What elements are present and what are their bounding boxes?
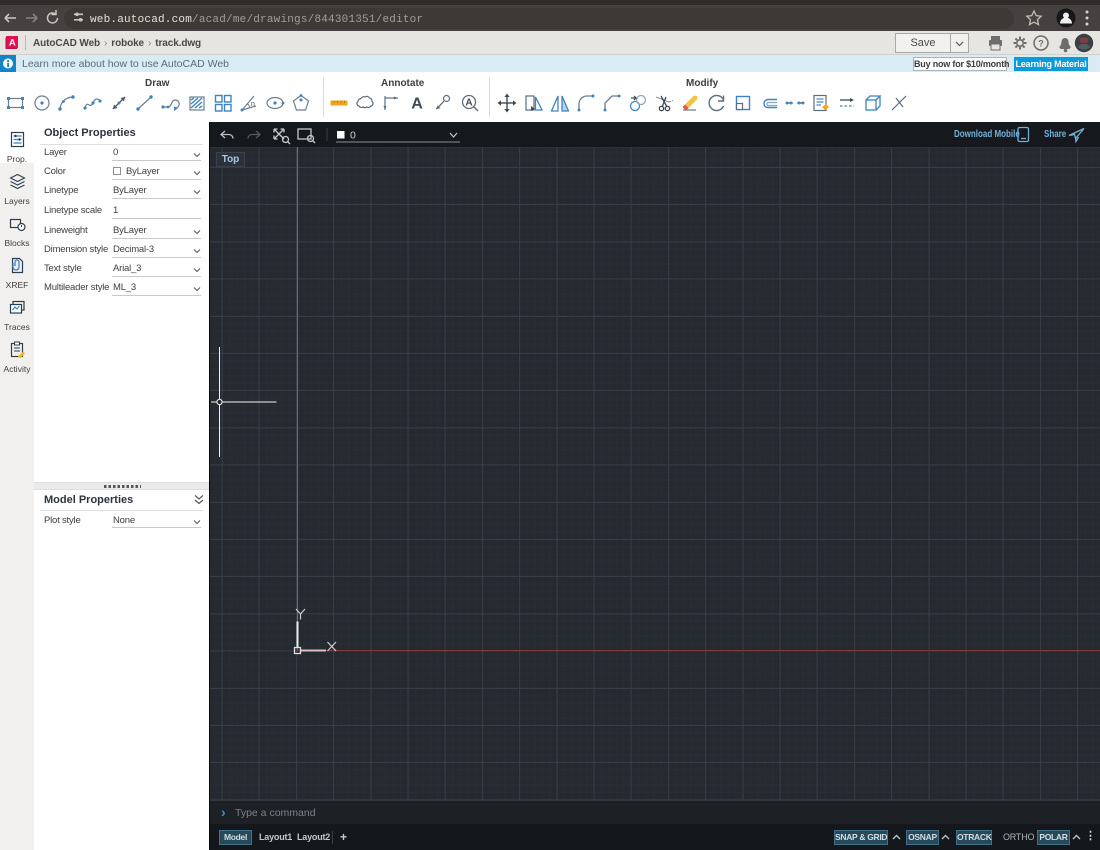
svg-text:0: 0 <box>350 130 356 142</box>
svg-text:A: A <box>9 38 16 49</box>
svg-text:A: A <box>465 98 472 109</box>
svg-text:?: ? <box>1038 39 1044 49</box>
svg-text:A: A <box>411 96 423 113</box>
svg-text:n: n <box>251 101 255 108</box>
